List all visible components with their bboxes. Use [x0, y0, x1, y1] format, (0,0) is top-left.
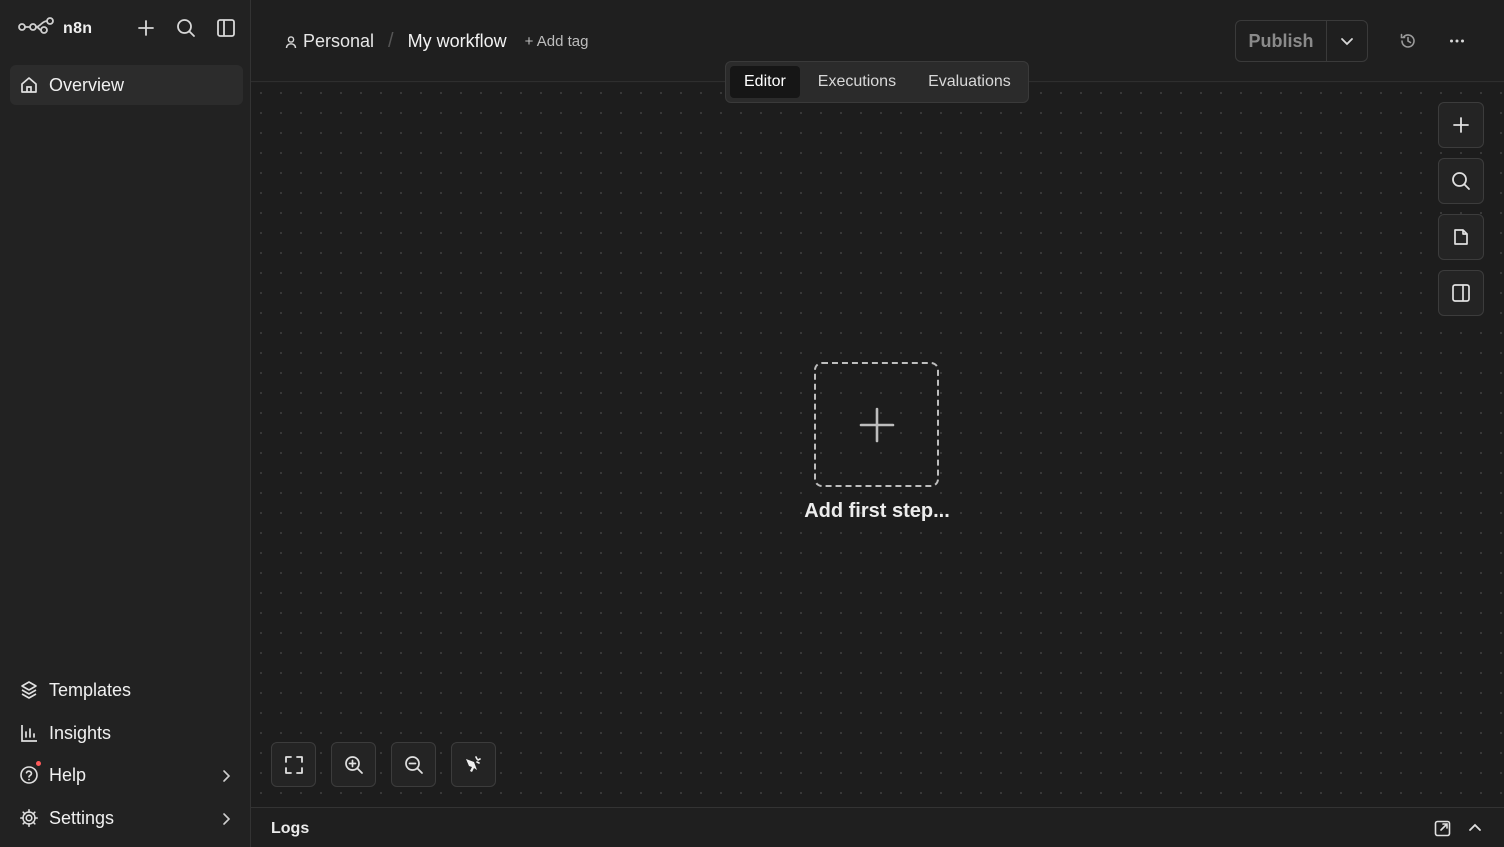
more-options-button[interactable]	[1445, 29, 1469, 53]
gear-icon	[19, 808, 39, 828]
chevron-right-icon	[219, 810, 233, 831]
open-nodes-panel-button[interactable]	[1438, 102, 1484, 148]
publish-options-button[interactable]	[1327, 21, 1367, 61]
publish-button[interactable]: Publish	[1236, 21, 1327, 61]
tab-evaluations[interactable]: Evaluations	[914, 66, 1025, 98]
chart-icon	[19, 723, 39, 743]
sidebar-item-label: Help	[49, 764, 87, 785]
app-window: n8n Overview Templates Insights Help Set…	[0, 0, 1504, 847]
create-button[interactable]	[134, 16, 158, 40]
expand-logs-button[interactable]	[1466, 819, 1484, 837]
add-first-step-label[interactable]: Add first step...	[751, 500, 1003, 523]
history-icon	[1400, 33, 1415, 48]
brand[interactable]: n8n	[18, 16, 93, 42]
add-first-step-button[interactable]	[814, 362, 939, 487]
tab-executions[interactable]: Executions	[804, 66, 910, 98]
chevron-right-icon	[219, 767, 233, 788]
zoom-in-button[interactable]	[331, 742, 376, 787]
version-history-button[interactable]	[1396, 29, 1420, 53]
zoom-out-icon	[404, 755, 423, 774]
add-sticky-note-button[interactable]	[1438, 214, 1484, 260]
zoom-in-icon	[344, 755, 363, 774]
templates-icon	[19, 680, 39, 700]
sidebar-item-insights[interactable]: Insights	[10, 713, 243, 753]
sidebar-item-settings[interactable]: Settings	[10, 798, 243, 838]
chevron-down-icon	[1341, 38, 1353, 46]
sidebar-item-help[interactable]: Help	[10, 755, 243, 795]
sidebar-item-label: Templates	[49, 679, 132, 700]
search-icon	[1452, 172, 1470, 190]
home-icon	[19, 75, 39, 95]
pop-out-icon	[1434, 820, 1450, 836]
panel-toggle-icon	[217, 19, 235, 37]
sidebar-item-templates[interactable]: Templates	[10, 670, 243, 710]
plus-icon	[1453, 117, 1469, 133]
panel-icon	[1452, 284, 1470, 302]
pop-out-logs-button[interactable]	[1433, 819, 1451, 837]
plus-icon	[138, 20, 154, 36]
toggle-panel-button[interactable]	[1438, 270, 1484, 316]
fit-view-button[interactable]	[271, 742, 316, 787]
project-name: Personal	[303, 31, 375, 51]
search-button[interactable]	[174, 16, 198, 40]
fit-view-icon	[284, 755, 303, 774]
help-icon	[19, 761, 41, 785]
breadcrumb-separator: /	[388, 30, 394, 52]
user-icon	[285, 35, 297, 48]
sidebar-item-label: Settings	[49, 807, 115, 828]
search-nodes-button[interactable]	[1438, 158, 1484, 204]
collapse-sidebar-button[interactable]	[214, 16, 238, 40]
tidy-up-icon	[465, 755, 481, 772]
breadcrumb: Personal / My workflow + Add tag	[283, 30, 588, 53]
plus-icon	[859, 407, 894, 442]
n8n-logo-icon	[18, 16, 55, 42]
add-tag-button[interactable]: + Add tag	[525, 33, 589, 50]
sidebar-item-label: Insights	[49, 722, 112, 743]
workflow-canvas[interactable]: Add first step...	[251, 83, 1504, 807]
tidy-up-button[interactable]	[451, 742, 496, 787]
sidebar: n8n Overview Templates Insights Help Set…	[0, 0, 251, 847]
logs-title: Logs	[271, 820, 310, 837]
canvas-right-toolbar	[1438, 102, 1484, 316]
more-horizontal-icon	[1450, 39, 1464, 43]
view-tabs: Editor Executions Evaluations	[725, 61, 1029, 103]
canvas-bottom-toolbar	[271, 742, 496, 787]
notification-badge	[36, 761, 41, 766]
zoom-out-button[interactable]	[391, 742, 436, 787]
logs-panel[interactable]: Logs	[251, 807, 1504, 847]
project-link[interactable]: Personal	[283, 31, 374, 52]
tab-editor[interactable]: Editor	[730, 66, 800, 98]
sidebar-item-label: Overview	[49, 74, 125, 95]
chevron-up-icon	[1469, 823, 1481, 831]
publish-button-group: Publish	[1235, 20, 1368, 62]
search-icon	[177, 19, 195, 37]
sticky-note-icon	[1454, 229, 1468, 245]
brand-name: n8n	[63, 20, 93, 37]
sidebar-item-overview[interactable]: Overview	[10, 65, 243, 105]
workflow-name[interactable]: My workflow	[408, 31, 507, 52]
